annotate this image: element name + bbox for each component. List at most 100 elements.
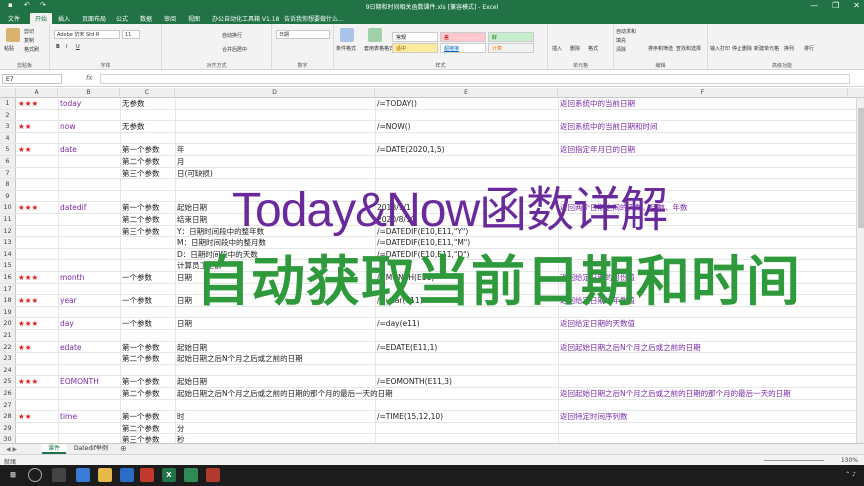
cell-d[interactable]: 分 bbox=[177, 423, 185, 434]
maximize-button[interactable]: ❐ bbox=[832, 1, 839, 10]
name-box[interactable]: E7 bbox=[2, 74, 62, 84]
column-header-c[interactable]: C bbox=[120, 88, 175, 98]
cell-c[interactable]: 第一个参数 bbox=[122, 144, 160, 155]
vertical-scrollbar[interactable] bbox=[856, 98, 864, 443]
clear-button[interactable]: 清除 bbox=[616, 46, 626, 53]
cell-d[interactable]: 时 bbox=[177, 411, 185, 422]
row-header[interactable]: 2 bbox=[0, 109, 16, 121]
cell-c[interactable]: 第一个参数 bbox=[122, 342, 160, 353]
cell-c[interactable]: 第二个参数 bbox=[122, 214, 160, 225]
tab-view[interactable]: 视图 bbox=[188, 14, 200, 23]
row-header[interactable]: 27 bbox=[0, 399, 16, 411]
cell-d[interactable]: 秒 bbox=[177, 434, 185, 443]
conditional-format-button[interactable]: 条件格式 bbox=[336, 45, 356, 52]
cell-d[interactable]: 月 bbox=[177, 156, 185, 167]
sheet-tab-datedif[interactable]: Datedif举例 bbox=[68, 444, 114, 454]
tab-page-layout[interactable]: 页面布局 bbox=[82, 14, 106, 23]
row-header[interactable]: 1 bbox=[0, 98, 16, 109]
copy-button[interactable]: 复制 bbox=[24, 37, 34, 44]
cell-a[interactable]: ★★ bbox=[18, 121, 31, 132]
cell-c[interactable]: 第一个参数 bbox=[122, 376, 160, 387]
style-bad[interactable]: 差 bbox=[440, 32, 486, 42]
cell-b[interactable]: date bbox=[60, 144, 77, 155]
cell-d[interactable]: 日期 bbox=[177, 295, 192, 306]
cell-e[interactable]: /=NOW() bbox=[377, 121, 411, 132]
style-hyperlink[interactable]: 超链接 bbox=[440, 43, 486, 53]
row-header[interactable]: 18 bbox=[0, 295, 16, 306]
fx-icon[interactable]: fx bbox=[86, 74, 93, 82]
fill-button[interactable]: 填充 bbox=[616, 37, 626, 44]
row-header[interactable]: 11 bbox=[0, 214, 16, 225]
row-header[interactable]: 22 bbox=[0, 341, 16, 353]
cell-f[interactable]: 返回给定日期的天数值 bbox=[560, 318, 635, 329]
find-select-button[interactable]: 查找和选择 bbox=[676, 45, 701, 52]
minimize-button[interactable]: — bbox=[810, 1, 818, 10]
tab-data[interactable]: 数据 bbox=[140, 14, 152, 23]
row-header[interactable]: 8 bbox=[0, 179, 16, 190]
row-header[interactable]: 24 bbox=[0, 364, 16, 376]
close-button[interactable]: ✕ bbox=[853, 1, 860, 10]
column-header-a[interactable]: A bbox=[16, 88, 58, 98]
cell-b[interactable]: month bbox=[60, 272, 84, 283]
cell-d[interactable]: 日(可缺损) bbox=[177, 168, 213, 179]
cell-d[interactable]: 起始日期之后N个月之后或之前的日期的那个月的最后一天的日期 bbox=[177, 388, 393, 399]
cell-f[interactable]: 返回系统中的当前日期和时间 bbox=[560, 121, 658, 132]
stop-delete-button[interactable]: 停止删除 bbox=[732, 45, 752, 52]
app-icon[interactable] bbox=[120, 468, 134, 482]
cell-e[interactable]: /=EOMONTH(E11,3) bbox=[377, 376, 452, 387]
row-header[interactable]: 28 bbox=[0, 411, 16, 422]
cell-c[interactable]: 第二个参数 bbox=[122, 423, 160, 434]
cell-a[interactable]: ★★ bbox=[18, 342, 31, 353]
presentation-app-icon[interactable] bbox=[206, 468, 220, 482]
italic-button[interactable]: I bbox=[66, 44, 67, 50]
row-header[interactable]: 25 bbox=[0, 376, 16, 387]
font-size-select[interactable]: 11 bbox=[122, 30, 140, 39]
underline-button[interactable]: U bbox=[76, 44, 80, 50]
row-header[interactable]: 23 bbox=[0, 353, 16, 364]
cell-c[interactable]: 第二个参数 bbox=[122, 156, 160, 167]
cell-c[interactable]: 一个参数 bbox=[122, 272, 152, 283]
format-painter-button[interactable]: 格式刷 bbox=[24, 46, 39, 53]
bold-button[interactable]: B bbox=[56, 44, 60, 50]
tab-review[interactable]: 审阅 bbox=[164, 14, 176, 23]
autosum-button[interactable]: 自动求和 bbox=[616, 28, 636, 35]
row-header[interactable]: 3 bbox=[0, 121, 16, 132]
cell-c[interactable]: 第二个参数 bbox=[122, 388, 160, 399]
tab-file[interactable]: 文件 bbox=[8, 14, 20, 23]
sheet-tab-courseware[interactable]: 课件 bbox=[42, 444, 67, 454]
row-header[interactable]: 20 bbox=[0, 318, 16, 329]
tab-office-toolbox[interactable]: 办公自动化工具箱 V1.18 bbox=[212, 14, 279, 23]
row-header[interactable]: 7 bbox=[0, 167, 16, 179]
column-header-e[interactable]: E bbox=[375, 88, 558, 98]
insert-cells-button[interactable]: 插入 bbox=[552, 45, 562, 52]
cell-e[interactable]: /=EDATE(E11,1) bbox=[377, 342, 437, 353]
cell-d[interactable]: 结束日期 bbox=[177, 214, 207, 225]
row-header[interactable]: 26 bbox=[0, 388, 16, 399]
row-header[interactable]: 5 bbox=[0, 144, 16, 155]
folder-icon[interactable] bbox=[98, 468, 112, 482]
row-header[interactable]: 10 bbox=[0, 202, 16, 213]
row-header[interactable]: 17 bbox=[0, 283, 16, 295]
delete-cells-button[interactable]: 删除 bbox=[570, 45, 580, 52]
cell-c[interactable]: 一个参数 bbox=[122, 318, 152, 329]
style-neutral[interactable]: 适中 bbox=[392, 43, 438, 53]
cell-f[interactable]: 返回起始日期之后N个月之后或之前的日期的那个月的最后一天的日期 bbox=[560, 388, 791, 399]
swap-columns-button[interactable]: 换列 bbox=[784, 45, 794, 52]
cell-e[interactable]: /=TIME(15,12,10) bbox=[377, 411, 443, 422]
cell-c[interactable]: 无参数 bbox=[122, 98, 145, 109]
cell-b[interactable]: day bbox=[60, 318, 74, 329]
cell-d[interactable]: 年 bbox=[177, 144, 185, 155]
cell-b[interactable]: now bbox=[60, 121, 75, 132]
cell-b[interactable]: time bbox=[60, 411, 77, 422]
format-cells-button[interactable]: 格式 bbox=[588, 45, 598, 52]
browser-icon[interactable] bbox=[76, 468, 90, 482]
table-format-icon[interactable] bbox=[368, 28, 382, 42]
excel-icon[interactable]: X bbox=[162, 468, 176, 482]
number-format-select[interactable]: 日期 bbox=[276, 30, 330, 39]
conditional-format-icon[interactable] bbox=[340, 28, 354, 42]
cell-c[interactable]: 第一个参数 bbox=[122, 411, 160, 422]
cell-c[interactable]: 无参数 bbox=[122, 121, 145, 132]
cell-e[interactable]: /=DATE(2020,1,5) bbox=[377, 144, 445, 155]
column-header-b[interactable]: B bbox=[58, 88, 120, 98]
zoom-slider[interactable] bbox=[764, 460, 824, 461]
